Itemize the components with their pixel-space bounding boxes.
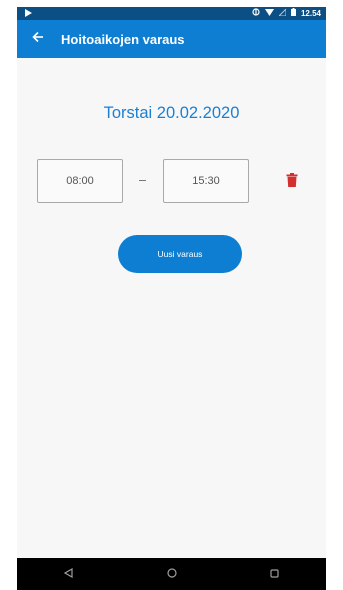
end-time-field[interactable]: 15:30 (163, 159, 249, 203)
triangle-back-icon (63, 565, 73, 583)
back-button[interactable] (21, 20, 55, 58)
date-heading: Torstai 20.02.2020 (103, 104, 240, 122)
main-content: Torstai 20.02.2020 08:00 15:30 Uusi vara… (17, 58, 326, 558)
battery-icon (290, 8, 296, 18)
nav-recent-button[interactable] (255, 558, 295, 590)
nav-back-button[interactable] (49, 558, 89, 590)
trash-icon (286, 172, 298, 192)
phone-screen: 12.54 Hoitoaikojen varaus Torstai 20.02.… (17, 7, 326, 590)
square-recent-icon (270, 565, 279, 583)
nav-home-button[interactable] (152, 558, 192, 590)
data-saver-icon (252, 8, 260, 18)
time-range-dash (139, 180, 146, 181)
status-time: 12.54 (300, 8, 321, 18)
delete-reservation-button[interactable] (282, 172, 302, 192)
page-title: Hoitoaikojen varaus (61, 31, 185, 47)
play-store-icon (25, 9, 32, 19)
new-reservation-button[interactable]: Uusi varaus (118, 235, 242, 273)
signal-icon (277, 7, 287, 18)
app-bar: Hoitoaikojen varaus (17, 20, 326, 58)
wifi-icon (264, 8, 274, 18)
circle-home-icon (166, 565, 177, 583)
status-icons: 12.54 (252, 7, 321, 18)
start-time-field[interactable]: 08:00 (37, 159, 123, 203)
status-bar: 12.54 (17, 7, 326, 20)
arrow-left-icon (32, 30, 44, 48)
system-nav-bar (17, 558, 326, 590)
